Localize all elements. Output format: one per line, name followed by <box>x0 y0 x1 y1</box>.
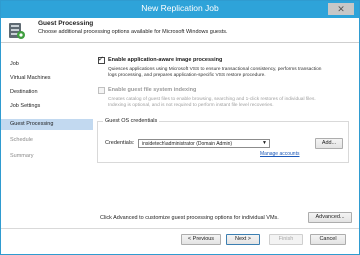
finish-button: Finish <box>269 234 303 245</box>
sidebar-item-virtual-machines[interactable]: Virtual Machines <box>1 73 93 84</box>
credentials-select[interactable]: insidetech\administrator (Domain Admin) … <box>138 139 270 148</box>
app-aware-checkbox[interactable]: ✓ <box>98 56 105 64</box>
file-index-description: Creates catalog of guest files to enable… <box>108 97 316 108</box>
wizard-steps-sidebar: Job Virtual Machines Destination Job Set… <box>1 43 94 218</box>
app-aware-description: Quiesces applications using Microsoft VS… <box>108 67 322 78</box>
manage-accounts-link[interactable]: Manage accounts <box>260 151 299 157</box>
advanced-hint: Click Advanced to customize guest proces… <box>100 215 279 221</box>
add-credentials-button[interactable]: Add... <box>315 138 343 149</box>
sidebar-item-job[interactable]: Job <box>1 59 93 70</box>
replication-job-window: New Replication Job ✕ Guest Processing C… <box>0 0 360 255</box>
close-button[interactable]: ✕ <box>328 3 354 15</box>
title-bar: New Replication Job ✕ <box>1 1 359 18</box>
credentials-group-title: Guest OS credentials <box>103 118 160 124</box>
next-button[interactable]: Next > <box>226 234 260 245</box>
cancel-button[interactable]: Cancel <box>310 234 346 245</box>
credentials-label: Credentials: <box>105 140 135 146</box>
sidebar-item-job-settings[interactable]: Job Settings <box>1 101 93 112</box>
app-aware-label[interactable]: Enable application-aware image processin… <box>108 57 222 63</box>
sidebar-item-schedule: Schedule <box>10 137 33 143</box>
guest-os-credentials-group: Guest OS credentials Credentials: inside… <box>97 118 349 163</box>
footer-divider <box>1 228 359 229</box>
server-gear-icon <box>9 23 25 39</box>
sidebar-item-summary: Summary <box>10 153 34 159</box>
sidebar-item-destination[interactable]: Destination <box>1 87 93 98</box>
check-icon: ✓ <box>98 56 104 63</box>
page-title: Guest Processing <box>38 20 94 27</box>
wizard-header: Guest Processing Choose additional proce… <box>1 18 359 43</box>
sidebar-item-guest-processing[interactable]: Guest Processing <box>1 119 93 130</box>
advanced-button[interactable]: Advanced... <box>308 212 352 223</box>
credentials-value: insidetech\administrator (Domain Admin) <box>142 141 233 147</box>
chevron-down-icon: ▼ <box>262 140 267 146</box>
page-subtitle: Choose additional processing options ava… <box>38 29 228 35</box>
file-index-checkbox[interactable] <box>98 87 105 94</box>
file-index-label[interactable]: Enable guest file system indexing <box>108 87 196 93</box>
wizard-content: ✓ Enable application-aware image process… <box>94 43 359 225</box>
window-title: New Replication Job <box>141 3 219 13</box>
previous-button[interactable]: < Previous <box>181 234 221 245</box>
